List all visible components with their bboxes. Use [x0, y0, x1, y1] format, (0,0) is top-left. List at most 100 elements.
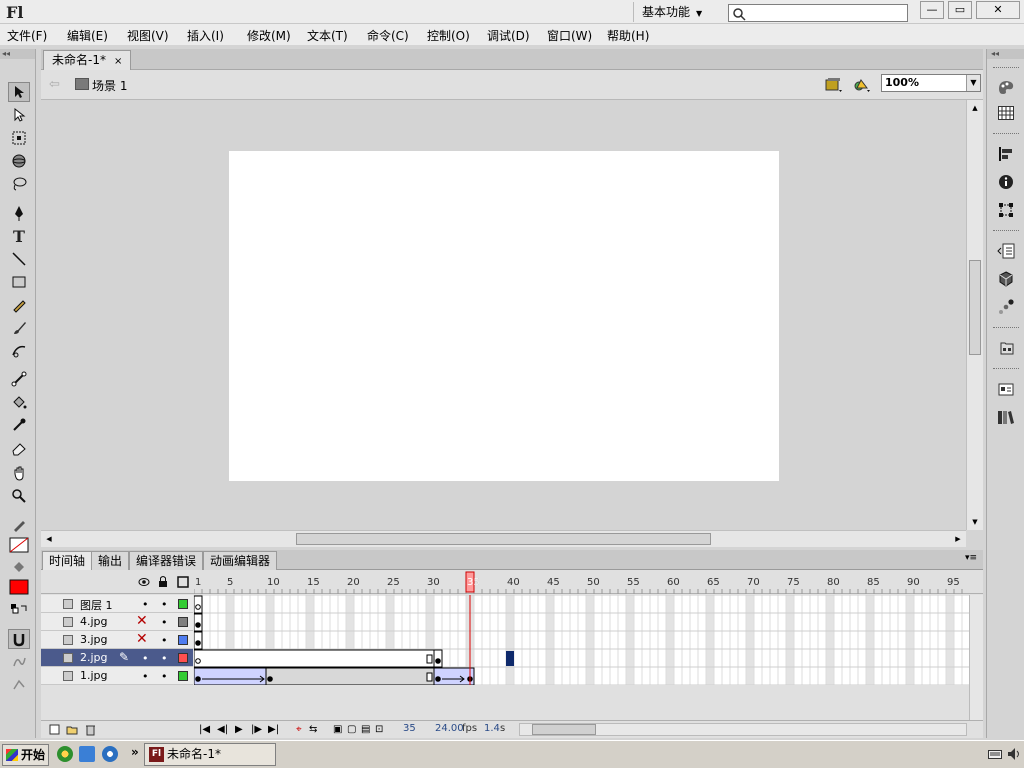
eraser-tool-icon[interactable] — [8, 438, 30, 458]
lock-dot[interactable]: • — [161, 616, 168, 629]
components-panel-icon[interactable] — [996, 269, 1016, 289]
pen-tool-icon[interactable] — [8, 203, 30, 223]
browser-icon[interactable] — [102, 746, 118, 762]
frame-grid-canvas[interactable] — [194, 595, 969, 685]
3d-rotation-tool-icon[interactable] — [8, 151, 30, 171]
fps-readout[interactable]: 24.00 — [435, 723, 464, 734]
last-frame-icon[interactable]: ▶| — [268, 724, 279, 735]
onion-skin-outlines-icon[interactable]: ▢ — [347, 724, 356, 735]
hidden-x-icon[interactable]: ✕ — [136, 631, 148, 647]
tab-motion-editor[interactable]: 动画编辑器 — [203, 551, 278, 570]
panel-menu-icon[interactable]: ▾≡ — [965, 553, 977, 563]
keyframe[interactable] — [435, 658, 441, 664]
layer-outline-color[interactable] — [178, 635, 188, 645]
deco-tool-icon[interactable] — [8, 341, 30, 361]
menu-file[interactable]: 文件(F) — [7, 27, 47, 44]
onion-skin-icon[interactable]: ▣ — [333, 724, 342, 735]
lasso-tool-icon[interactable] — [8, 174, 30, 194]
layer-outline-color[interactable] — [178, 653, 188, 663]
layer-outline-color[interactable] — [178, 617, 188, 627]
taskbar-window-button[interactable]: Fl 未命名-1* — [144, 743, 276, 766]
stage[interactable] — [229, 151, 779, 481]
lock-dot[interactable]: • — [161, 670, 168, 683]
frame-grid[interactable] — [194, 595, 969, 685]
frame-span[interactable] — [265, 667, 435, 685]
keyframe[interactable] — [195, 676, 201, 682]
ie-icon[interactable] — [79, 746, 95, 762]
rectangle-tool-icon[interactable] — [8, 272, 30, 292]
swap-colors-icon[interactable] — [8, 599, 30, 619]
menu-modify[interactable]: 修改(M) — [247, 27, 291, 44]
chevron-down-icon[interactable]: ▼ — [966, 75, 980, 91]
layer-name[interactable]: 2.jpg — [80, 651, 108, 664]
keyboard-icon[interactable] — [988, 747, 1002, 761]
fill-color-swatch[interactable] — [8, 577, 30, 597]
workspace-switcher[interactable]: 基本功能 ▼ — [633, 2, 713, 22]
menu-commands[interactable]: 命令(C) — [367, 27, 409, 44]
frame-span[interactable] — [194, 667, 267, 685]
lock-dot[interactable]: • — [161, 598, 168, 611]
stage-horizontal-scrollbar[interactable]: ◀ ▶ — [41, 530, 966, 547]
selected-frame[interactable] — [506, 651, 514, 666]
blank-keyframe[interactable] — [195, 658, 201, 664]
prev-frame-icon[interactable]: ◀| — [217, 724, 228, 735]
tab-output[interactable]: 输出 — [91, 551, 130, 570]
scroll-up-icon[interactable]: ▲ — [969, 102, 981, 114]
layer-row[interactable]: 1.jpg • • — [41, 667, 193, 685]
common-libraries-panel-icon[interactable] — [996, 407, 1016, 427]
lock-dot[interactable]: • — [161, 634, 168, 647]
quick-launch-more[interactable]: » — [131, 745, 139, 759]
scroll-left-icon[interactable]: ◀ — [43, 533, 55, 545]
close-icon[interactable]: × — [114, 56, 122, 67]
color-panel-icon[interactable] — [996, 77, 1016, 97]
menu-control[interactable]: 控制(O) — [427, 27, 470, 44]
fill-color-icon[interactable] — [8, 557, 30, 577]
center-frame-icon[interactable]: ⇆ — [309, 724, 317, 735]
tab-timeline[interactable]: 时间轴 — [42, 551, 93, 570]
bone-tool-icon[interactable] — [8, 369, 30, 389]
zoom-select[interactable]: 100% ▼ — [881, 74, 981, 92]
layer-row[interactable]: 4.jpg ✕ • — [41, 613, 193, 631]
layer-row[interactable]: 图层 1 • • — [41, 595, 193, 613]
selection-tool-icon[interactable] — [8, 82, 30, 102]
menu-insert[interactable]: 插入(I) — [187, 27, 224, 44]
menu-text[interactable]: 文本(T) — [307, 27, 348, 44]
line-tool-icon[interactable] — [8, 249, 30, 269]
frame-ruler[interactable]: 1510152025303540455055606570758085909535 — [194, 570, 969, 594]
close-button[interactable]: ✕ — [976, 1, 1020, 19]
visibility-dot[interactable]: • — [142, 652, 149, 665]
panel-collapse-icon[interactable]: ◂◂ — [0, 49, 35, 59]
keyframe[interactable] — [267, 676, 273, 682]
timeline-horizontal-scrollbar[interactable] — [519, 723, 967, 736]
next-frame-icon[interactable]: |▶ — [251, 724, 262, 735]
frame-span[interactable] — [433, 667, 475, 685]
edit-scene-button[interactable] — [825, 76, 843, 94]
elapsed-time-readout[interactable]: 1.4 — [484, 723, 500, 734]
motion-presets-panel-icon[interactable] — [996, 297, 1016, 317]
stroke-color-icon[interactable] — [8, 515, 30, 535]
transform-panel-icon[interactable] — [996, 200, 1016, 220]
swatches-panel-icon[interactable] — [996, 103, 1016, 123]
align-panel-icon[interactable] — [996, 144, 1016, 164]
straighten-icon[interactable] — [8, 675, 30, 695]
eyedropper-tool-icon[interactable] — [8, 415, 30, 435]
layer-outline-color[interactable] — [178, 671, 188, 681]
layer-name[interactable]: 3.jpg — [80, 633, 108, 646]
speaker-icon[interactable] — [1007, 747, 1021, 761]
layer-row[interactable]: 2.jpg ✎ • • — [41, 649, 193, 667]
pencil-tool-icon[interactable] — [8, 295, 30, 315]
info-panel-icon[interactable] — [996, 172, 1016, 192]
scroll-right-icon[interactable]: ▶ — [952, 533, 964, 545]
blank-keyframe[interactable] — [195, 604, 201, 610]
frame-span[interactable] — [194, 649, 435, 668]
edit-multiple-frames-icon[interactable]: ▤ — [361, 724, 370, 735]
keyframe[interactable] — [195, 640, 201, 646]
smooth-icon[interactable] — [8, 652, 30, 672]
menu-edit[interactable]: 编辑(E) — [67, 27, 108, 44]
menu-view[interactable]: 视图(V) — [127, 27, 169, 44]
hand-tool-icon[interactable] — [8, 463, 30, 483]
brush-tool-icon[interactable] — [8, 318, 30, 338]
modify-onion-markers-icon[interactable]: ⊡ — [375, 724, 383, 735]
layer-name[interactable]: 图层 1 — [80, 597, 113, 613]
free-transform-tool-icon[interactable] — [8, 128, 30, 148]
